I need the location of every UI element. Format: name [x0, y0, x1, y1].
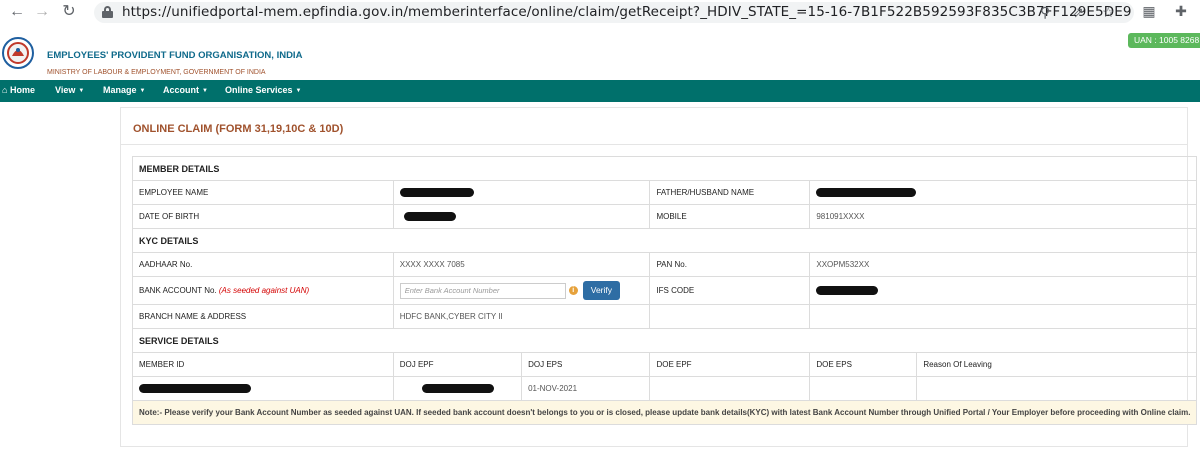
mobile-value: 981091XXXX [809, 204, 1198, 229]
nav-manage-label: Manage [103, 85, 137, 95]
member-details-heading: MEMBER DETAILS [131, 156, 1198, 181]
table-row: EMPLOYEE NAME FATHER/HUSBAND NAME [132, 180, 1198, 205]
col-reason-of-leaving: Reason Of Leaving [916, 352, 1198, 377]
empty-cell [809, 304, 1198, 329]
nav-manage[interactable]: Manage ▼ [103, 80, 145, 102]
nav-online-services[interactable]: Online Services ▼ [225, 80, 302, 102]
verify-button[interactable]: Verify [582, 281, 621, 300]
service-details-heading: SERVICE DETAILS [131, 328, 1198, 353]
dob-label: DATE OF BIRTH [132, 204, 394, 229]
redaction-mark [816, 188, 917, 198]
nav-home-label: Home [9, 85, 35, 95]
doj-epf-value [392, 376, 523, 401]
ministry-name: MINISTRY OF LABOUR & EMPLOYMENT, GOVERNM… [47, 69, 266, 76]
forward-icon[interactable]: → [33, 3, 51, 21]
reason-value [916, 376, 1198, 401]
lock-icon[interactable] [102, 6, 113, 18]
nav-online-services-label: Online Services [225, 85, 293, 95]
url-text[interactable]: https://unifiedportal-mem.epfindia.gov.i… [122, 4, 1132, 20]
member-id-value [132, 376, 394, 401]
col-member-id: MEMBER ID [132, 352, 394, 377]
pan-label: PAN No. [649, 252, 811, 277]
claim-details-table: MEMBER DETAILS EMPLOYEE NAME FATHER/HUSB… [131, 156, 1198, 425]
redaction-mark [403, 212, 456, 222]
col-doe-epf: DOE EPF [649, 352, 811, 377]
redaction-mark [816, 286, 879, 296]
kyc-details-heading: KYC DETAILS [131, 228, 1198, 253]
redaction-mark [399, 188, 474, 198]
table-row: AADHAAR No. XXXX XXXX 7085 PAN No. XXOPM… [132, 252, 1198, 277]
mobile-label: MOBILE [649, 204, 811, 229]
nav-view[interactable]: View ▼ [55, 80, 84, 102]
bank-account-label: BANK ACCOUNT No. [139, 286, 217, 295]
redaction-mark [139, 384, 251, 394]
back-icon[interactable]: ← [8, 3, 26, 21]
share-icon[interactable]: ⇗ [1072, 4, 1084, 21]
table-row: 01-NOV-2021 [132, 376, 1198, 401]
caret-down-icon: ▼ [202, 87, 208, 94]
col-doj-eps: DOJ EPS [521, 352, 651, 377]
zoom-icon[interactable]: ⚲ [1040, 4, 1050, 21]
dob-value [392, 204, 651, 229]
caret-down-icon: ▼ [295, 87, 302, 94]
aadhaar-value: XXXX XXXX 7085 [392, 252, 651, 277]
doe-eps-value [809, 376, 918, 401]
nav-home[interactable]: ⌂ Home [2, 80, 35, 102]
branch-value: HDFC BANK,CYBER CITY II [392, 304, 651, 329]
employee-name-value [392, 180, 651, 205]
ifsc-value [809, 276, 1198, 305]
ifsc-label: IFS CODE [649, 276, 811, 305]
empty-cell [649, 304, 811, 329]
table-row: BANK ACCOUNT No. (As seeded against UAN)… [132, 276, 1198, 305]
page-title: ONLINE CLAIM (FORM 31,19,10C & 10D) [133, 123, 344, 135]
pan-value: XXOPM532XX [809, 252, 1198, 277]
uan-badge: UAN : 1005 8268 [1128, 33, 1200, 48]
home-icon: ⌂ [2, 85, 8, 95]
caret-down-icon: ▼ [78, 87, 85, 94]
father-name-value [809, 180, 1198, 205]
reload-icon[interactable]: ↻ [60, 3, 78, 21]
info-icon[interactable]: i [568, 286, 578, 295]
bank-account-label-cell: BANK ACCOUNT No. (As seeded against UAN) [132, 276, 394, 305]
doj-eps-value: 01-NOV-2021 [521, 376, 651, 401]
qr-icon[interactable]: ▦ [1140, 2, 1158, 20]
table-row: BRANCH NAME & ADDRESS HDFC BANK,CYBER CI… [132, 304, 1198, 329]
caret-down-icon: ▼ [139, 87, 146, 94]
branch-label: BRANCH NAME & ADDRESS [132, 304, 394, 329]
table-row: DATE OF BIRTH MOBILE 981091XXXX [132, 204, 1198, 229]
bank-account-input[interactable]: Enter Bank Account Number [399, 282, 566, 299]
epfo-logo [1, 36, 35, 76]
bank-account-note: (As seeded against UAN) [218, 286, 310, 295]
nav-account[interactable]: Account ▼ [163, 80, 208, 102]
father-name-label: FATHER/HUSBAND NAME [649, 180, 811, 205]
divider [121, 144, 1187, 145]
aadhaar-label: AADHAAR No. [132, 252, 394, 277]
doe-epf-value [649, 376, 811, 401]
nav-view-label: View [55, 85, 76, 95]
bank-account-input-cell: Enter Bank Account Number i Verify [392, 276, 651, 305]
main-navbar: ⌂ Home View ▼ Manage ▼ Account ▼ Online Ser… [0, 80, 1200, 102]
table-header-row: MEMBER ID DOJ EPF DOJ EPS DOE EPF DOE EP… [132, 352, 1198, 377]
org-name: EMPLOYEES' PROVIDENT FUND ORGANISATION, … [47, 50, 303, 61]
bank-verify-note: Note:- Please verify your Bank Account N… [131, 400, 1198, 425]
browser-toolbar: ← → ↻ https://unifiedportal-mem.epfindia… [0, 0, 1200, 25]
col-doe-eps: DOE EPS [809, 352, 918, 377]
star-icon[interactable]: ☆ [1102, 4, 1115, 21]
address-bar[interactable]: https://unifiedportal-mem.epfindia.gov.i… [94, 2, 1134, 23]
nav-account-label: Account [163, 85, 199, 95]
col-doj-epf: DOJ EPF [392, 352, 523, 377]
redaction-mark [421, 384, 494, 394]
employee-name-label: EMPLOYEE NAME [132, 180, 394, 205]
extensions-icon[interactable]: ✚ [1172, 2, 1190, 20]
